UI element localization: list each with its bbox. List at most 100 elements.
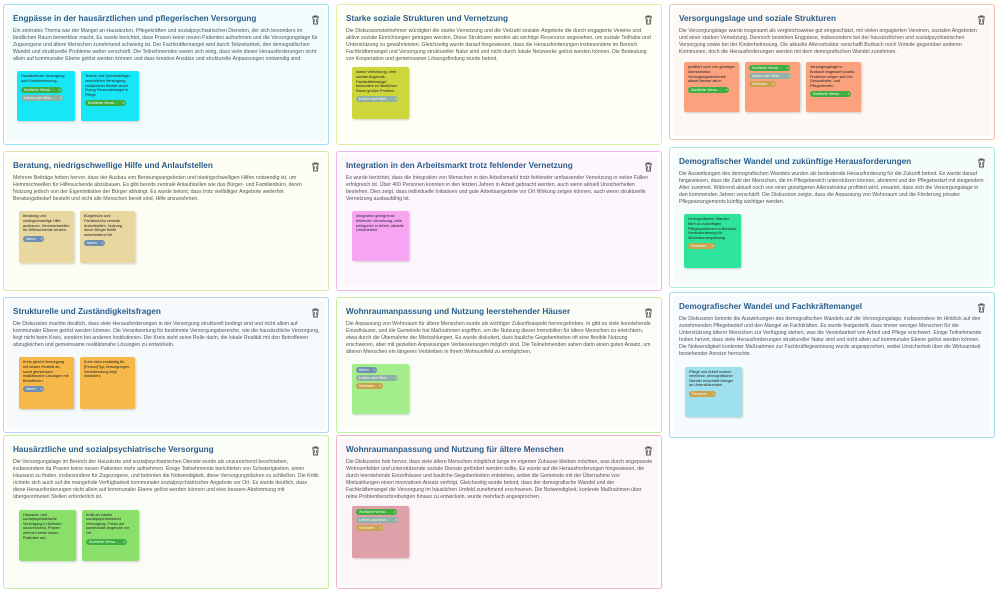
card-description: Die Diskussion machte deutlich, dass vie… [13, 321, 320, 349]
card-title: Versorgungslage und soziale Strukturen [679, 14, 836, 23]
trash-icon[interactable] [644, 305, 654, 318]
card-title: Wohnraumanpassung und Nutzung leerstehen… [346, 307, 571, 316]
card-description: Mehrere Beiträge hoben hervor, dass der … [13, 175, 302, 203]
tag-chip[interactable]: Ärztliche Verso… [356, 508, 397, 515]
card-description: Ein zentrales Thema war der Mangel an Ha… [13, 28, 318, 63]
notes-area: Ärztliche Verso…Leben und Woh…Senioren [346, 505, 653, 570]
notes-area: starke Vernetzung, viele soziale Angebot… [346, 67, 653, 131]
note-text: Integration gelingt trotz fehlender Vern… [356, 214, 404, 233]
note-text: Demografischer Wandel führt zu zukünftig… [688, 217, 737, 240]
sticky-note[interactable]: Bürgerbüro und Familienbüro zentrale Anl… [80, 211, 135, 264]
topic-card: Wohnraumanpassung und Nutzung für ältere… [336, 435, 662, 589]
notes-area: Demografischer Wandel führt zu zukünftig… [679, 214, 986, 274]
tag-chip[interactable]: Ärztliche Verso… [749, 65, 790, 72]
trash-icon[interactable] [977, 12, 987, 25]
tag-chip[interactable]: Ideen [356, 367, 377, 374]
sticky-note[interactable]: Kreis gleicht Versorgung mit lokaler Rea… [19, 357, 74, 410]
trash-icon[interactable] [311, 305, 321, 318]
card-title: Beratung, niedrigschwellige Hilfe und An… [13, 161, 213, 170]
sticky-note[interactable]: profitiert noch von günstiger Altersstru… [684, 62, 739, 113]
note-text: Kreis gleicht Versorgung mit lokaler Rea… [23, 360, 69, 383]
note-text: Kreis nicht zuständig für [Person]Typ,Ve… [84, 360, 131, 379]
note-text: Beratung und niedrigschwellige Hilfe aus… [23, 214, 70, 233]
card-title: Wohnraumanpassung und Nutzung für ältere… [346, 445, 564, 454]
sticky-note[interactable]: Hausarzt- und sozialpsychiatrische Verso… [19, 509, 76, 561]
tag-chip[interactable]: Ideen [23, 235, 44, 242]
card-description: Die Anpassung von Wohnraum für ältere Me… [346, 321, 651, 356]
tag-chip[interactable]: Ärztliche Verso… [688, 86, 729, 93]
trash-icon[interactable] [977, 300, 987, 313]
sticky-note[interactable]: IdeenLeben und Woh…Senioren [352, 364, 409, 415]
note-text: Teilzeit und Quereinsteiger verschärfen … [85, 74, 130, 97]
note-text: Hausärztliche Versorgung und Kinderbetre… [21, 74, 65, 84]
sticky-note[interactable]: Ärztliche Verso…Leben und Woh…Senioren [352, 505, 409, 558]
card-title: Strukturelle und Zuständigkeitsfragen [13, 307, 161, 316]
tag-chip[interactable]: Leben und Woh… [749, 73, 792, 80]
sticky-note[interactable]: Ärztliche Verso…Leben und Woh…Senioren [745, 62, 800, 113]
tag-chip[interactable]: Ärztliche Verso… [85, 100, 126, 107]
tag-chip[interactable]: Senioren [749, 81, 776, 88]
topic-card: Starke soziale Strukturen und Vernetzung… [336, 4, 662, 145]
card-title: Integration in den Arbeitsmarkt trotz fe… [346, 161, 573, 170]
note-text: Versorgungslage in Burbach insgesamt pos… [810, 65, 856, 88]
trash-icon[interactable] [311, 12, 321, 25]
trash-icon[interactable] [644, 443, 654, 456]
card-description: Es wurde berichtet, dass die Integration… [346, 175, 648, 203]
tag-chip[interactable]: Senioren [689, 390, 716, 397]
tag-chip[interactable]: Ärztliche Verso… [86, 538, 127, 545]
topic-card: Wohnraumanpassung und Nutzung leerstehen… [336, 297, 662, 433]
sticky-note[interactable]: Integration gelingt trotz fehlender Vern… [352, 211, 409, 262]
trash-icon[interactable] [644, 12, 654, 25]
topic-card: Demografischer Wandel und zukünftige Her… [669, 147, 995, 288]
topic-card: Integration in den Arbeitsmarkt trotz fe… [336, 151, 662, 291]
topic-card: Hausärztliche und sozialpsychiatrische V… [3, 435, 329, 589]
note-text: Hausarzt- und sozialpsychiatrische Verso… [23, 512, 62, 540]
notes-area: IdeenLeben und Woh…Senioren [346, 364, 653, 424]
notes-area: Beratung und niedrigschwellige Hilfe aus… [13, 211, 320, 271]
notes-area: Kreis gleicht Versorgung mit lokaler Rea… [13, 357, 320, 417]
sticky-note[interactable]: Hausärztliche Versorgung und Kinderbetre… [17, 71, 75, 122]
tag-chip[interactable]: Senioren [688, 243, 715, 250]
tag-chip[interactable]: Leben und Woh… [356, 375, 399, 382]
topic-card: Beratung, niedrigschwellige Hilfe und An… [3, 151, 329, 291]
tag-chip[interactable]: Ideen [23, 386, 44, 393]
note-text: Pflege und Arbeit schwer vereinbar, demo… [689, 369, 733, 388]
notes-area: Pflege und Arbeit schwer vereinbar, demo… [679, 366, 986, 427]
topic-card: Demografischer Wandel und Fachkräftemang… [669, 292, 995, 438]
trash-icon[interactable] [977, 155, 987, 168]
notes-area: profitiert noch von günstiger Altersstru… [679, 62, 986, 124]
tag-chip[interactable]: Senioren [356, 524, 383, 531]
note-text: profitiert noch von günstiger Altersstru… [688, 65, 735, 84]
sticky-note[interactable]: Versorgungslage in Burbach insgesamt pos… [806, 62, 861, 113]
card-title: Demografischer Wandel und Fachkräftemang… [679, 302, 863, 311]
notes-area: Hausärztliche Versorgung und Kinderbetre… [13, 71, 320, 131]
tag-chip[interactable]: Leben und Woh… [356, 516, 399, 523]
tag-chip[interactable]: Ärztliche Verso… [810, 91, 851, 98]
tag-chip[interactable]: Leben und Woh… [356, 96, 399, 103]
tag-chip[interactable]: Leben und Woh… [21, 94, 64, 101]
card-description: Die Diskussionsteilnehmer würdigten die … [346, 28, 651, 63]
sticky-note[interactable]: Teilzeit und Quereinsteiger verschärfen … [81, 71, 139, 122]
card-title: Engpässe in der hausärztlichen und pfleg… [13, 14, 257, 23]
topic-card: Strukturelle und Zuständigkeitsfragen Di… [3, 297, 329, 433]
note-text: Kritik an lokaler sozialpsychiatrischer … [86, 512, 130, 535]
note-text: starke Vernetzung, viele soziale Angebot… [356, 70, 397, 93]
sticky-note[interactable]: Pflege und Arbeit schwer vereinbar, demo… [685, 366, 742, 417]
sticky-note[interactable]: starke Vernetzung, viele soziale Angebot… [352, 67, 409, 120]
sticky-note[interactable]: Kritik an lokaler sozialpsychiatrischer … [82, 509, 139, 561]
trash-icon[interactable] [311, 159, 321, 172]
sticky-note[interactable]: Beratung und niedrigschwellige Hilfe aus… [19, 211, 74, 264]
tag-chip[interactable]: Senioren [356, 383, 383, 390]
sticky-note[interactable]: Kreis nicht zuständig für [Person]Typ,Ve… [80, 357, 135, 410]
topic-card: Engpässe in der hausärztlichen und pfleg… [3, 4, 329, 145]
card-title: Starke soziale Strukturen und Vernetzung [346, 14, 508, 23]
trash-icon[interactable] [644, 159, 654, 172]
tag-chip[interactable]: Ideen [84, 240, 105, 247]
topic-card: Versorgungslage und soziale Strukturen D… [669, 4, 995, 140]
card-title: Hausärztliche und sozialpsychiatrische V… [13, 445, 214, 454]
trash-icon[interactable] [311, 443, 321, 456]
card-title: Demografischer Wandel und zukünftige Her… [679, 157, 912, 166]
sticky-note[interactable]: Demografischer Wandel führt zu zukünftig… [684, 214, 741, 269]
tag-chip[interactable]: Ärztliche Verso… [21, 86, 62, 93]
card-description: Die Diskussion betonte die Auswirkungen … [679, 316, 982, 358]
